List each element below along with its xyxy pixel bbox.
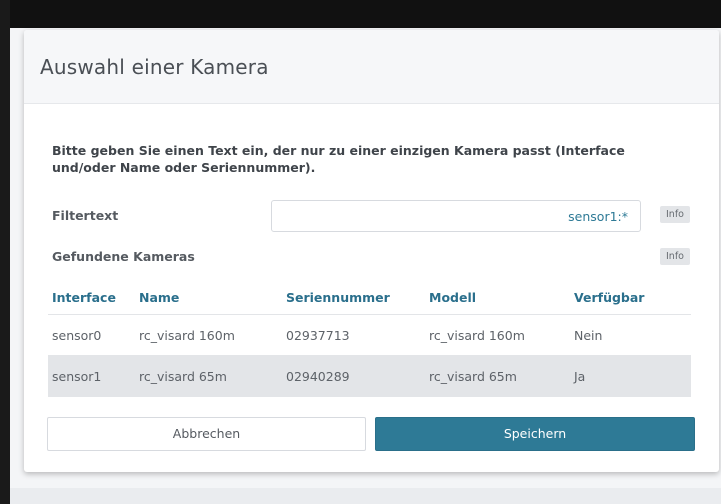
dialog-title: Auswahl einer Kamera [40,54,269,79]
cell-interface: sensor1 [52,368,102,384]
filter-info-button[interactable]: Info [660,206,690,223]
column-header-interface[interactable]: Interface [48,290,136,305]
column-header-model[interactable]: Modell [426,290,571,305]
cell-serial: 02940289 [286,368,350,384]
found-cameras-label: Gefundene Kameras [52,249,195,264]
table-row[interactable]: sensor0 rc_visard 160m 02937713 rc_visar… [48,315,691,356]
cell-model: rc_visard 160m [429,327,525,343]
instruction-text: Bitte geben Sie einen Text ein, der nur … [52,143,625,175]
column-header-name[interactable]: Name [136,290,281,305]
cell-available: Nein [574,327,603,343]
cell-available: Ja [574,368,586,384]
save-button[interactable]: Speichern [375,417,695,451]
cell-model: rc_visard 65m [429,368,517,384]
cell-interface: sensor0 [52,327,102,343]
filter-label: Filtertext [52,208,119,223]
cell-serial: 02937713 [286,327,350,343]
column-header-serial[interactable]: Seriennummer [281,290,426,305]
cell-name: rc_visard 65m [139,368,227,384]
app-bottom-strip [10,488,721,504]
table-row-selected[interactable]: sensor1 rc_visard 65m 02940289 rc_visard… [48,356,691,397]
camera-selection-dialog: Auswahl einer Kamera Bitte geben Sie ein… [24,30,719,472]
camera-table: Interface Name Seriennummer Modell Verfü… [48,281,691,397]
dialog-header: Auswahl einer Kamera [24,30,719,104]
app-left-edge [0,0,10,504]
cell-name: rc_visard 160m [139,327,235,343]
filter-input[interactable] [271,200,641,232]
found-cameras-info-button[interactable]: Info [660,248,690,265]
table-header-row: Interface Name Seriennummer Modell Verfü… [48,281,691,315]
column-header-available[interactable]: Verfügbar [571,290,691,305]
app-top-bar [0,0,721,28]
cancel-button[interactable]: Abbrechen [47,417,366,451]
